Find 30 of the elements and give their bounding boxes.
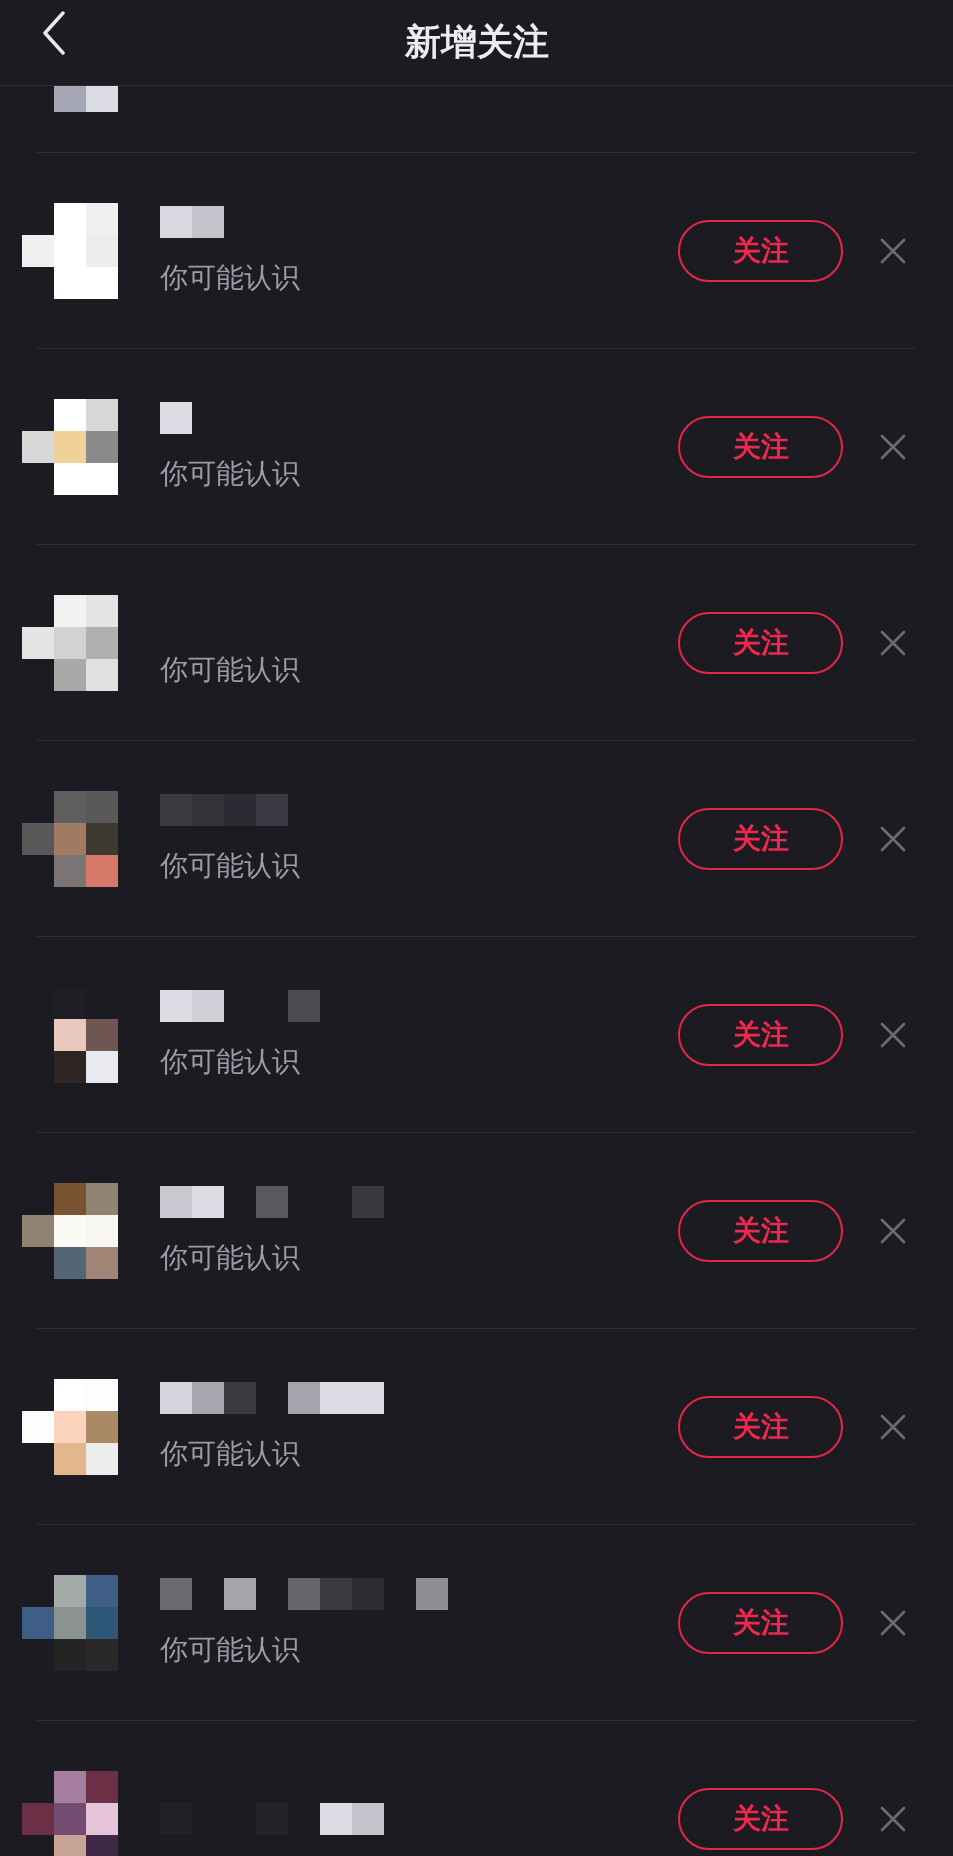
blurred-name-drawing — [160, 205, 224, 238]
follow-button[interactable]: 关注 — [678, 611, 843, 674]
close-icon[interactable] — [880, 1805, 906, 1832]
close-icon[interactable] — [880, 433, 906, 460]
follow-button[interactable]: 关注 — [678, 807, 843, 870]
close-icon[interactable] — [880, 237, 906, 264]
suggestion-reason: 你可能认识 — [160, 651, 301, 688]
follow-button[interactable]: 关注 — [678, 1591, 843, 1654]
suggestion-reason: 你可能认识 — [160, 259, 301, 296]
close-icon[interactable] — [880, 1217, 906, 1244]
follow-button[interactable]: 关注 — [678, 219, 843, 282]
follow-button[interactable]: 关注 — [678, 1787, 843, 1850]
suggestion-reason: 你可能认识 — [160, 847, 301, 884]
page-title: 新增关注 — [404, 20, 549, 64]
close-icon[interactable] — [880, 825, 906, 852]
close-icon[interactable] — [880, 629, 906, 656]
follow-button[interactable]: 关注 — [678, 1199, 843, 1262]
suggestion-reason: 你可能认识 — [160, 1239, 301, 1276]
suggestion-reason: 你可能认识 — [160, 1043, 301, 1080]
follow-button[interactable]: 关注 — [678, 415, 843, 478]
close-icon[interactable] — [880, 1413, 906, 1440]
blurred-name-drawing — [160, 401, 192, 434]
suggestion-reason: 你可能认识 — [160, 1435, 301, 1472]
back-icon[interactable] — [42, 11, 66, 55]
suggestion-reason: 你可能认识 — [160, 1631, 301, 1668]
close-icon[interactable] — [880, 1609, 906, 1636]
close-icon[interactable] — [880, 1021, 906, 1048]
follow-button[interactable]: 关注 — [678, 1395, 843, 1458]
follow-button[interactable]: 关注 — [678, 1003, 843, 1066]
suggestion-reason: 你可能认识 — [160, 455, 301, 492]
